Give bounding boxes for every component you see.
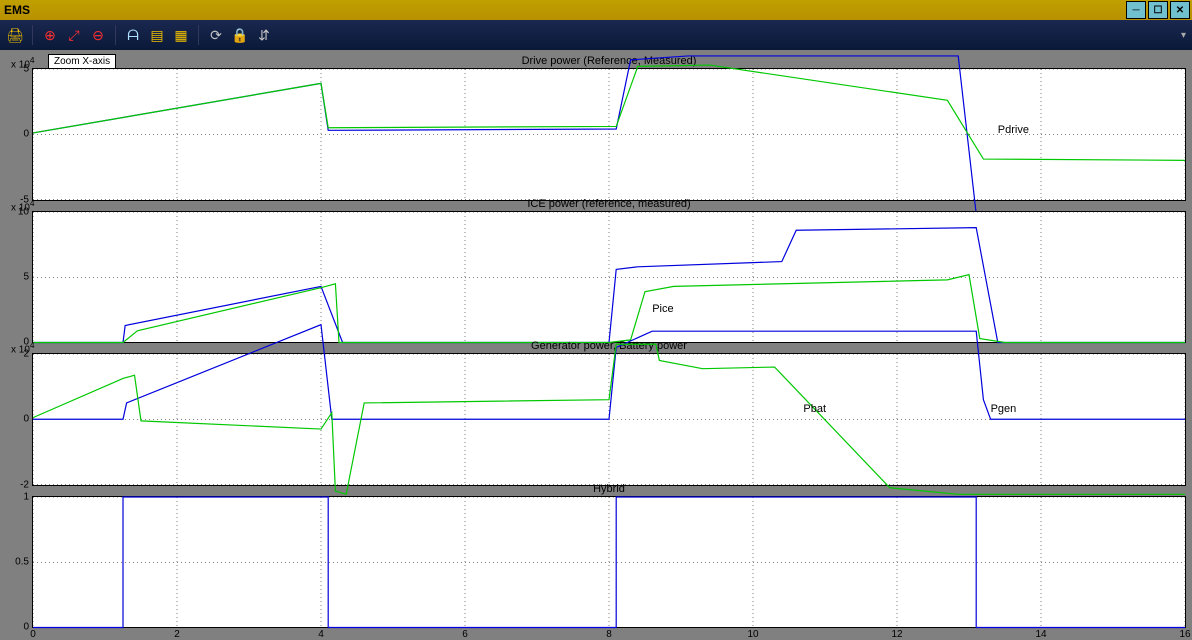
float-icon[interactable]: ⇵ [255, 26, 273, 44]
parameters-icon[interactable]: ▦ [172, 26, 190, 44]
annotation-label: Pdrive [998, 124, 1029, 136]
x-tick-label: 16 [1179, 629, 1190, 640]
annotation-label: Pgen [991, 403, 1017, 415]
y-tick-label: -2 [20, 479, 29, 490]
zoom-out-icon[interactable]: ⊖ [89, 26, 107, 44]
x-tick-label: 0 [30, 629, 36, 640]
chart-title: ICE power (reference, measured) [33, 198, 1185, 210]
plot-canvas [33, 354, 1185, 485]
y-tick-label: 0 [23, 414, 29, 425]
chart-title: Hybrid [33, 483, 1185, 495]
toolbar-collapse-icon[interactable]: ▾ [1181, 30, 1186, 41]
y-tick-label: 1 [23, 491, 29, 502]
y-tick-label: 2 [23, 349, 29, 360]
x-tick-label: 14 [1035, 629, 1046, 640]
x-tick-label: 2 [174, 629, 180, 640]
zoom-in-icon[interactable]: ⊕ [41, 26, 59, 44]
maximize-button[interactable]: ☐ [1148, 1, 1168, 19]
y-tick-label: 5 [23, 271, 29, 282]
y-tick-label: 0 [23, 129, 29, 140]
annotation-label: Pice [652, 303, 673, 315]
plot-area: Zoom X-axis Drive power (Reference, Meas… [0, 50, 1192, 640]
y-tick-label: 0 [23, 622, 29, 633]
plot-canvas [33, 497, 1185, 628]
axes-ax1[interactable]: Drive power (Reference, Measured)x 104-5… [32, 68, 1186, 201]
x-tick-label: 8 [606, 629, 612, 640]
chart-title: Drive power (Reference, Measured) [33, 55, 1185, 67]
y-tick-label: 5 [23, 64, 29, 75]
axes-ax3[interactable]: Generator power, Battery powerx 104-202P… [32, 353, 1186, 486]
axes-ax2[interactable]: ICE power (reference, measured)x 1040510… [32, 211, 1186, 344]
plot-canvas [33, 212, 1185, 343]
lock-icon[interactable]: 🔒 [231, 26, 249, 44]
zoom-x-icon[interactable]: ⤢ [65, 26, 83, 44]
axes-ax4[interactable]: Hybrid00.510246810121416 [32, 496, 1186, 629]
y-tick-label: 0.5 [15, 556, 29, 567]
y-tick-label: 10 [18, 206, 29, 217]
autoscale-icon[interactable]: ᗩ [124, 26, 142, 44]
zoom-tooltip: Zoom X-axis [48, 54, 116, 69]
legend-icon[interactable]: ▤ [148, 26, 166, 44]
annotation-label: Pbat [803, 403, 826, 415]
toolbar-separator [198, 25, 199, 45]
x-tick-label: 6 [462, 629, 468, 640]
history-icon[interactable]: ⟳ [207, 26, 225, 44]
chart-title: Generator power, Battery power [33, 340, 1185, 352]
titlebar-buttons: ─ ☐ ✕ [1126, 1, 1190, 19]
x-tick-label: 12 [891, 629, 902, 640]
series-line [33, 65, 1185, 160]
toolbar-separator [115, 25, 116, 45]
toolbar-separator [32, 25, 33, 45]
x-tick-label: 10 [747, 629, 758, 640]
x-tick-label: 4 [318, 629, 324, 640]
print-icon[interactable]: 🖨 [6, 26, 24, 44]
window-titlebar: EMS ─ ☐ ✕ [0, 0, 1192, 20]
figure-toolbar: 🖨 ⊕ ⤢ ⊖ ᗩ ▤ ▦ ⟳ 🔒 ⇵ ▾ [0, 20, 1192, 50]
window-title: EMS [4, 3, 30, 17]
minimize-button[interactable]: ─ [1126, 1, 1146, 19]
close-button[interactable]: ✕ [1170, 1, 1190, 19]
